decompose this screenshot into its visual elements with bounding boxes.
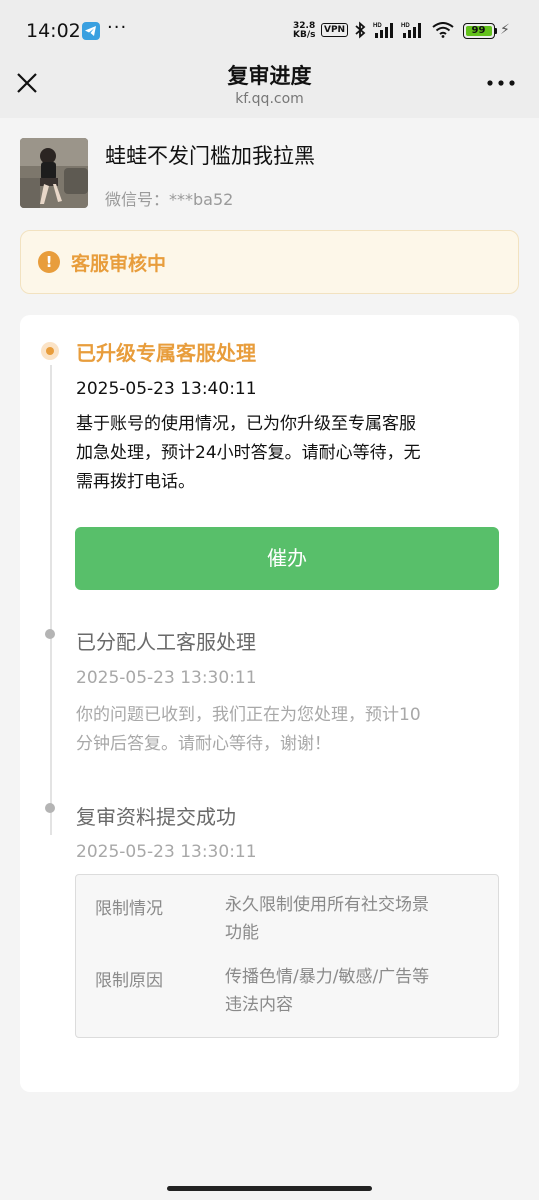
battery-tip (495, 28, 497, 34)
avatar (20, 138, 88, 208)
restriction-value-line: 功能 (225, 923, 259, 943)
cellular-signal-icon: HD (401, 23, 421, 38)
restriction-value-line: 传播色情/暴力/敏感/广告等 (225, 967, 430, 987)
charging-icon: ⚡ (500, 22, 510, 38)
home-indicator[interactable] (167, 1186, 372, 1191)
step-description-line: 你的问题已收到，我们正在为您处理，预计10 (76, 705, 421, 725)
profile-name: 蛙蛙不发门槛加我拉黑 (105, 144, 315, 168)
notification-more-icon: ··· (107, 17, 128, 38)
bluetooth-icon (355, 21, 366, 39)
battery-level: 99 (465, 25, 492, 36)
step-description: 你的问题已收到，我们正在为您处理，预计10 分钟后答复。请耐心等待，谢谢！ (76, 701, 496, 759)
step-description-line: 分钟后答复。请耐心等待，谢谢！ (76, 734, 331, 754)
timeline-line (50, 365, 52, 835)
timeline-dot (45, 803, 55, 813)
timeline-dot (45, 629, 55, 639)
step-title: 已升级专属客服处理 (76, 341, 256, 365)
net-speed-unit: KB/s (293, 30, 316, 40)
timeline-dot-active (41, 342, 59, 360)
status-time: 14:02 (26, 20, 81, 42)
nav-bar: 复审进度 kf.qq.com (0, 58, 539, 118)
step-time: 2025-05-23 13:30:11 (76, 842, 257, 862)
svg-text:HD: HD (401, 23, 410, 29)
wechat-id: 微信号：***ba52 (105, 190, 234, 209)
battery-icon: 99 (463, 23, 495, 39)
step-description-line: 需再拨打电话。 (76, 472, 195, 492)
progress-card: 已升级专属客服处理 2025-05-23 13:40:11 基于账号的使用情况，… (20, 315, 519, 1092)
restriction-value-line: 违法内容 (225, 995, 293, 1015)
step-description-line: 基于账号的使用情况，已为你升级至专属客服 (76, 414, 416, 434)
review-status-banner: ! 客服审核中 (20, 230, 519, 294)
telegram-icon (82, 22, 100, 40)
review-status-text: 客服审核中 (71, 253, 167, 275)
net-speed: 32.8 KB/s (293, 22, 315, 40)
vpn-badge: VPN (321, 23, 349, 37)
restriction-value: 传播色情/暴力/敏感/广告等 违法内容 (225, 963, 485, 1019)
step-time: 2025-05-23 13:40:11 (76, 379, 257, 399)
restriction-value-line: 永久限制使用所有社交场景 (225, 895, 429, 915)
urge-button[interactable]: 催办 (75, 527, 499, 590)
restriction-details: 限制情况 永久限制使用所有社交场景 功能 限制原因 传播色情/暴力/敏感/广告等… (75, 874, 499, 1038)
step-time: 2025-05-23 13:30:11 (76, 668, 257, 688)
step-description-line: 加急处理，预计24小时答复。请耐心等待，无 (76, 443, 421, 463)
restriction-label: 限制情况 (95, 899, 163, 919)
restriction-value: 永久限制使用所有社交场景 功能 (225, 891, 485, 947)
step-title: 复审资料提交成功 (76, 805, 236, 829)
step-description: 基于账号的使用情况，已为你升级至专属客服 加急处理，预计24小时答复。请耐心等待… (76, 410, 496, 497)
status-bar: 14:02 ··· 32.8 KB/s VPN HD HD 99 ⚡ (0, 0, 539, 58)
restriction-label: 限制原因 (95, 971, 163, 991)
more-icon[interactable] (484, 70, 518, 96)
step-title: 已分配人工客服处理 (76, 630, 256, 654)
wifi-icon (432, 22, 454, 38)
warning-icon: ! (38, 251, 60, 273)
page-title: 复审进度 (227, 64, 312, 88)
page-domain: kf.qq.com (235, 91, 304, 107)
svg-text:HD: HD (373, 23, 382, 29)
cellular-signal-icon: HD (373, 23, 393, 38)
